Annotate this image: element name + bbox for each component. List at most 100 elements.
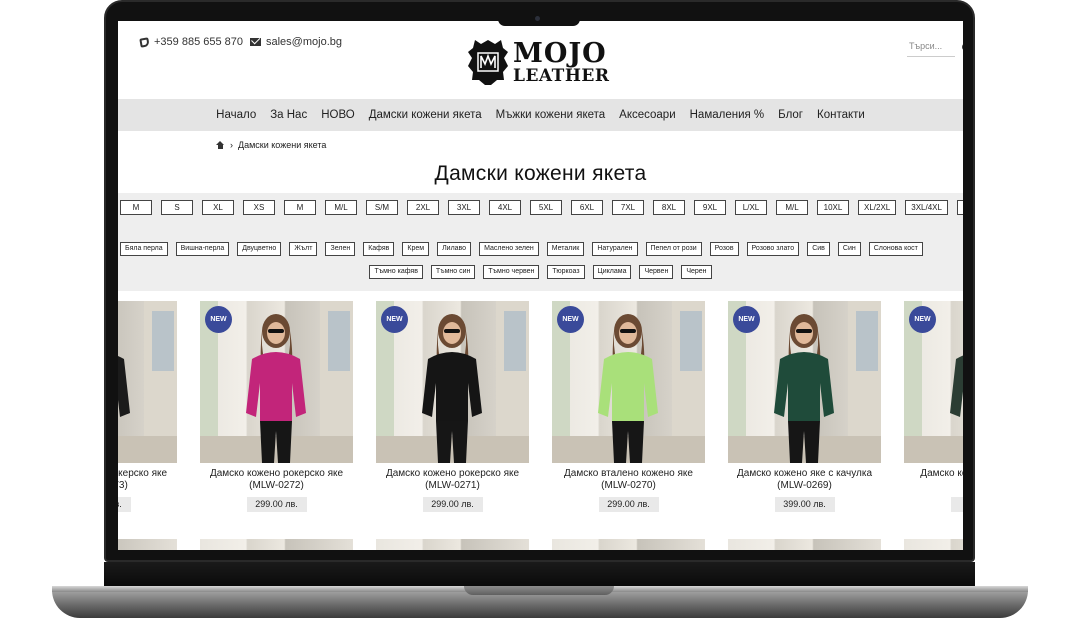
color-filter-chip[interactable]: Зелен <box>325 242 356 256</box>
size-filter-chip[interactable]: 4XL <box>489 200 521 215</box>
search-input[interactable]: Търси... <box>907 41 955 57</box>
next-row-product-photo[interactable] <box>904 539 963 550</box>
size-filter-chip[interactable]: M/L <box>776 200 808 215</box>
main-nav: Начало За Нас НОВО Дамски кожени якета Мъжки… <box>118 99 963 131</box>
product-name[interactable]: Дамско вталено кожено яке (MLW-0270) <box>552 468 705 492</box>
size-filter-chip[interactable]: M <box>120 200 152 215</box>
size-filter-chip[interactable]: S <box>161 200 193 215</box>
breadcrumb-separator: › <box>230 140 233 150</box>
color-filter-chip[interactable]: Циклама <box>592 265 632 279</box>
nav-item[interactable]: Блог <box>778 109 803 121</box>
color-filter-row: Бяла перла Вишна-перла Двуцветно Жълт Зелен К… <box>120 242 963 256</box>
color-filter-chip[interactable]: Бяла перла <box>120 242 168 256</box>
product-photo[interactable] <box>118 301 177 463</box>
size-filter-chip[interactable]: 10XL <box>817 200 849 215</box>
product-card[interactable]: NEW Дамско вталено кожено яке (MLW-0270) 2… <box>552 301 705 512</box>
site-logo[interactable]: MOJO LEATHER <box>467 37 617 87</box>
nav-item[interactable]: Намаления % <box>690 109 765 121</box>
color-filter-chip[interactable]: Черен <box>681 265 712 279</box>
color-filter-chip[interactable]: Крем <box>402 242 430 256</box>
color-filter-chip[interactable]: Червен <box>639 265 674 279</box>
color-filter-chip[interactable]: Натурален <box>592 242 638 256</box>
next-row-product-photo[interactable] <box>376 539 529 550</box>
browser-screen: +359 885 655 870 sales@mojo.bg MOJO LEAT… <box>118 21 963 550</box>
laptop-hinge <box>104 562 975 586</box>
product-card[interactable]: NEW Дамско кожено яке (MLW-0268) 4 <box>904 301 963 512</box>
product-name[interactable]: Дамско кожено рокерско яке (MLW-0273) <box>118 468 177 492</box>
product-photo[interactable]: NEW <box>728 301 881 463</box>
color-filter-chip[interactable]: Лилаво <box>437 242 472 256</box>
page-title: Дамски кожени якета <box>434 162 647 185</box>
next-row-product-photo[interactable] <box>118 539 177 550</box>
search-icon[interactable] <box>962 43 963 51</box>
size-filter-row: M S XL XS M M/L S/M 2XL 3XL 4XL 5XL 6XL 7XL 8XL 9XL L/X… <box>118 200 963 215</box>
color-filter-chip[interactable]: Розово злато <box>746 242 800 256</box>
color-filter-chip[interactable]: Тъмно червен <box>483 265 540 279</box>
product-card[interactable]: NEW Дамско кожено рокерско яке (MLW-0271)… <box>376 301 529 512</box>
color-filter-chip[interactable]: Двуцветно <box>237 242 282 256</box>
breadcrumb: › Дамски кожени якета <box>118 131 963 159</box>
laptop-groove <box>464 586 614 595</box>
size-filter-chip[interactable]: 9XL <box>694 200 726 215</box>
color-filter-chip[interactable]: Кафяв <box>363 242 395 256</box>
size-filter-chip[interactable]: 3XL <box>448 200 480 215</box>
product-name[interactable]: Дамско кожено яке с качулка (MLW-0269) <box>728 468 881 492</box>
color-filter-chip[interactable]: Син <box>837 242 861 256</box>
logo-line1: MOJO <box>513 37 607 69</box>
color-filter-chip[interactable]: Тъмно кафяв <box>369 265 423 279</box>
size-filter-chip[interactable]: 6XL <box>571 200 603 215</box>
size-filter-chip[interactable]: 7XL <box>612 200 644 215</box>
nav-item[interactable]: НОВО <box>321 109 354 121</box>
next-row-product-photo[interactable] <box>728 539 881 550</box>
size-filter-chip[interactable]: XL/2XL <box>858 200 897 215</box>
color-filter-chip[interactable]: Тъмно син <box>430 265 476 279</box>
size-filter-chip[interactable]: M <box>284 200 316 215</box>
color-filter-chip[interactable]: Металик <box>546 242 585 256</box>
size-filter-chip[interactable]: 2XL <box>407 200 439 215</box>
size-filter-chip[interactable]: XS <box>243 200 275 215</box>
filter-panel: M S XL XS M M/L S/M 2XL 3XL 4XL 5XL 6XL 7XL 8XL 9XL L/X… <box>118 193 963 291</box>
product-photo[interactable]: NEW <box>904 301 963 463</box>
home-icon[interactable] <box>216 141 225 149</box>
color-filter-chip[interactable]: Сив <box>807 242 830 256</box>
color-filter-chip[interactable]: Пепел от рози <box>645 242 702 256</box>
size-filter-chip[interactable]: XL <box>202 200 234 215</box>
product-photo[interactable]: NEW <box>376 301 529 463</box>
next-row-product-photo[interactable] <box>200 539 353 550</box>
size-filter-chip[interactable]: 3XL/4XL <box>905 200 948 215</box>
size-filter-chip[interactable]: L/XL <box>735 200 767 215</box>
product-photo[interactable]: NEW <box>552 301 705 463</box>
color-filter-chip[interactable]: Жълт <box>289 242 318 256</box>
nav-item[interactable]: Мъжки кожени якета <box>496 109 606 121</box>
nav-item[interactable]: Аксесоари <box>619 109 675 121</box>
product-card[interactable]: NEW Дамско кожено рокерско яке (MLW-0272)… <box>200 301 353 512</box>
logo-wordmark: MOJO LEATHER <box>513 40 609 85</box>
product-card[interactable]: NEW Дамско кожено яке с качулка (MLW-0269… <box>728 301 881 512</box>
next-row-product-photo[interactable] <box>552 539 705 550</box>
size-filter-chip[interactable]: S/M <box>366 200 398 215</box>
size-filter-chip[interactable]: M/L <box>325 200 357 215</box>
phone-link[interactable]: +359 885 655 870 <box>139 36 244 48</box>
color-filter-chip[interactable]: Маслено зелен <box>479 242 539 256</box>
nav-item[interactable]: Начало <box>216 109 256 121</box>
color-filter-chip[interactable]: Розов <box>709 242 739 256</box>
color-filter-chip[interactable]: Тюркоаз <box>547 265 585 279</box>
product-name[interactable]: Дамско кожено рокерско яке (MLW-0272) <box>200 468 353 492</box>
color-filter-chip[interactable]: Вишна-перла <box>175 242 230 256</box>
size-filter-chip[interactable]: 8XL <box>653 200 685 215</box>
product-name[interactable]: Дамско кожено яке (MLW-0268) <box>904 468 963 492</box>
product-photo[interactable]: NEW <box>200 301 353 463</box>
product-card[interactable]: Дамско кожено рокерско яке (MLW-0273) 299… <box>118 301 177 512</box>
email-link[interactable]: sales@mojo.bg <box>250 36 342 48</box>
email-text: sales@mojo.bg <box>266 36 342 48</box>
nav-item[interactable]: Дамски кожени якета <box>369 109 482 121</box>
new-badge: NEW <box>381 306 408 333</box>
size-filter-chip[interactable]: 5XL <box>530 200 562 215</box>
nav-item[interactable]: Контакти <box>817 109 865 121</box>
size-filter-chip[interactable]: One Size <box>956 200 963 215</box>
nav-item[interactable]: За Нас <box>270 109 307 121</box>
product-name[interactable]: Дамско кожено рокерско яке (MLW-0271) <box>376 468 529 492</box>
camera-icon <box>535 16 540 21</box>
color-filter-chip[interactable]: Слонова кост <box>868 242 923 256</box>
phone-text: +359 885 655 870 <box>154 36 244 48</box>
